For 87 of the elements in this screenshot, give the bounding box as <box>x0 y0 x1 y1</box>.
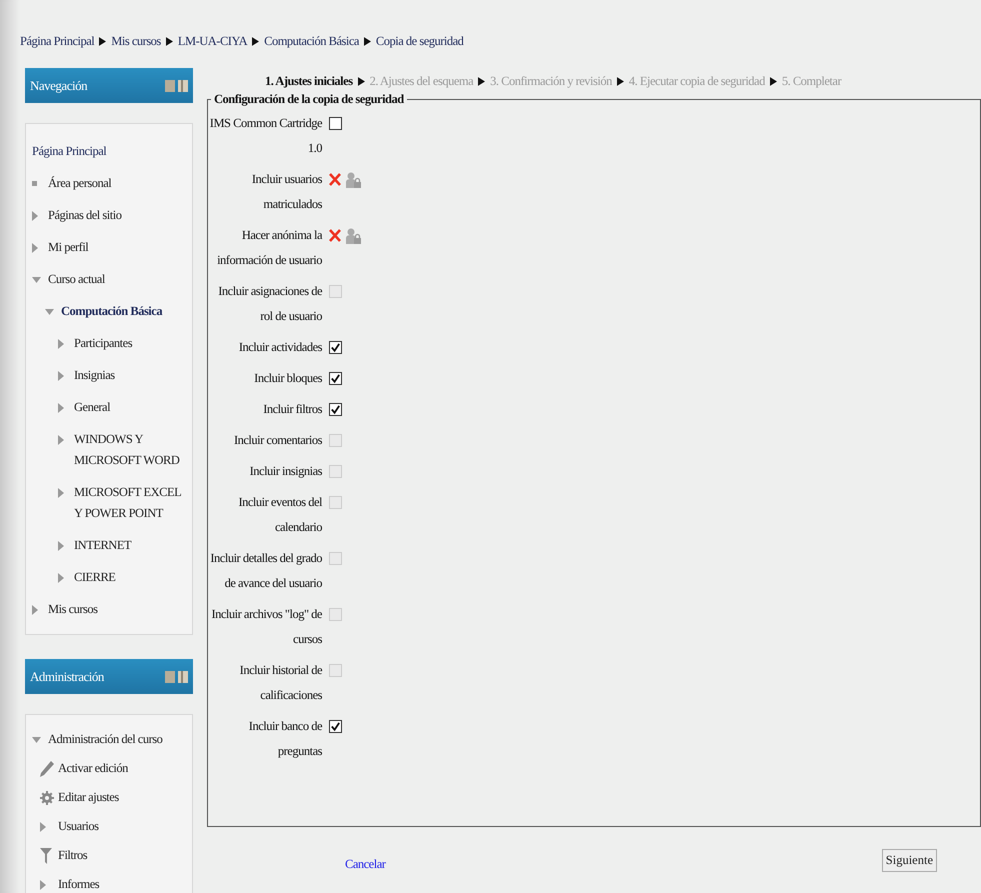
next-button[interactable]: Siguiente <box>882 849 937 872</box>
tree-item[interactable]: Mi perfil <box>48 237 88 258</box>
tree-item[interactable]: Participantes <box>74 333 132 354</box>
collapsed-arrow-icon[interactable] <box>58 370 64 380</box>
separator-icon <box>252 36 260 46</box>
collapsed-arrow-icon[interactable] <box>58 540 64 550</box>
bullet-icon <box>32 181 37 186</box>
setting-label: Incluir comentarios <box>232 432 322 449</box>
cross-icon <box>329 229 341 242</box>
tree-item[interactable]: Página Principal <box>32 141 106 162</box>
gear-icon <box>40 790 54 804</box>
tree-item[interactable]: Mis cursos <box>48 599 98 620</box>
tree-item[interactable]: Activar edición <box>58 758 128 779</box>
checkbox[interactable] <box>329 117 342 130</box>
setting-label: Incluir asignaciones de rol de usuario <box>217 283 322 325</box>
progress-step: 4. Ejecutar copia de seguridad <box>628 74 765 88</box>
collapsed-arrow-icon[interactable] <box>32 210 38 220</box>
setting-label: Incluir banco de preguntas <box>248 718 322 760</box>
separator-icon <box>770 76 777 86</box>
progress-step: 1. Ajustes iniciales <box>265 74 353 88</box>
block-title: Navegación <box>30 78 88 94</box>
setting-label: Incluir insignias <box>248 463 322 480</box>
progress-step: 5. Completar <box>782 74 842 88</box>
tree-item[interactable]: Páginas del sitio <box>48 205 122 226</box>
progress-step: 2. Ajustes del esquema <box>370 74 474 88</box>
collapsed-arrow-icon[interactable] <box>32 242 38 252</box>
locked-user-icon <box>346 172 361 188</box>
collapsed-arrow-icon[interactable] <box>58 572 64 582</box>
collapsed-arrow-icon[interactable] <box>58 402 64 412</box>
setting-label: Incluir detalles del grado de avance del usuario <box>209 550 322 592</box>
setting-label: Incluir bloques <box>253 370 322 387</box>
setting-label: IMS Common Cartridge 1.0 <box>208 115 322 157</box>
tree-item[interactable]: CIERRE <box>74 567 116 588</box>
tree-item[interactable]: Usuarios <box>58 816 98 837</box>
setting-label: Incluir historial de calificaciones <box>238 662 322 704</box>
collapsed-arrow-icon[interactable] <box>58 488 64 498</box>
checkbox[interactable] <box>329 341 342 354</box>
setting-label: Hacer anónima la información de usuario <box>216 227 322 269</box>
separator-icon <box>99 36 106 46</box>
setting-label: Incluir actividades <box>238 339 322 356</box>
separator-icon <box>358 76 365 86</box>
tree-item[interactable]: Informes <box>58 874 100 893</box>
tree-item[interactable]: Editar ajustes <box>58 787 119 808</box>
breadcrumb-link[interactable]: Copia de seguridad <box>376 34 464 48</box>
pencil-icon <box>40 760 54 776</box>
filter-icon <box>40 848 52 864</box>
cancel-link[interactable]: Cancelar <box>345 857 386 872</box>
dock-icon[interactable] <box>165 670 189 684</box>
collapsed-arrow-icon[interactable] <box>58 338 64 348</box>
tree-item[interactable]: Administración del curso <box>48 729 162 750</box>
breadcrumb-link[interactable]: Mis cursos <box>111 34 161 48</box>
checkbox[interactable] <box>329 372 342 385</box>
tree-item[interactable]: INTERNET <box>74 535 132 556</box>
checkbox[interactable] <box>329 720 342 733</box>
dock-icon[interactable] <box>165 78 189 92</box>
setting-label: Incluir eventos del calendario <box>237 494 322 536</box>
expanded-arrow-icon[interactable] <box>32 276 41 282</box>
breadcrumb-link[interactable]: Página Principal <box>20 34 94 48</box>
tree-item[interactable]: MICROSOFT EXCEL Y POWER POINT <box>74 482 188 524</box>
tree-item[interactable]: Insignias <box>74 365 115 386</box>
separator-icon <box>478 76 486 86</box>
setting-label: Incluir filtros <box>262 401 322 418</box>
breadcrumb-link[interactable]: LM-UA-CIYA <box>178 34 248 48</box>
tree-item[interactable]: General <box>74 397 110 418</box>
separator-icon <box>364 36 371 46</box>
fieldset-legend: Configuración de la copia de seguridad <box>211 92 407 107</box>
collapsed-arrow-icon[interactable] <box>58 434 64 444</box>
collapsed-arrow-icon[interactable] <box>40 880 46 890</box>
setting-label: Incluir archivos "log" de cursos <box>210 606 322 648</box>
separator-icon <box>616 76 624 86</box>
tree-item[interactable]: Curso actual <box>48 269 105 290</box>
breadcrumb-link[interactable]: Computación Básica <box>264 34 359 48</box>
locked-user-icon <box>346 228 361 244</box>
cross-icon <box>329 173 341 186</box>
block-title: Administración <box>30 668 104 684</box>
setting-label: Incluir usuarios matriculados <box>250 171 322 213</box>
expanded-arrow-icon[interactable] <box>45 308 54 314</box>
tree-item[interactable]: Filtros <box>58 845 88 866</box>
separator-icon <box>166 36 173 46</box>
checkbox[interactable] <box>329 403 342 416</box>
expanded-arrow-icon[interactable] <box>32 736 41 742</box>
collapsed-arrow-icon[interactable] <box>32 604 38 614</box>
tree-item[interactable]: Computación Básica <box>61 301 162 322</box>
tree-item[interactable]: WINDOWS Y MICROSOFT WORD <box>74 429 188 471</box>
progress-step: 3. Confirmación y revisión <box>490 74 612 88</box>
collapsed-arrow-icon[interactable] <box>40 822 46 832</box>
tree-item[interactable]: Área personal <box>48 173 112 194</box>
